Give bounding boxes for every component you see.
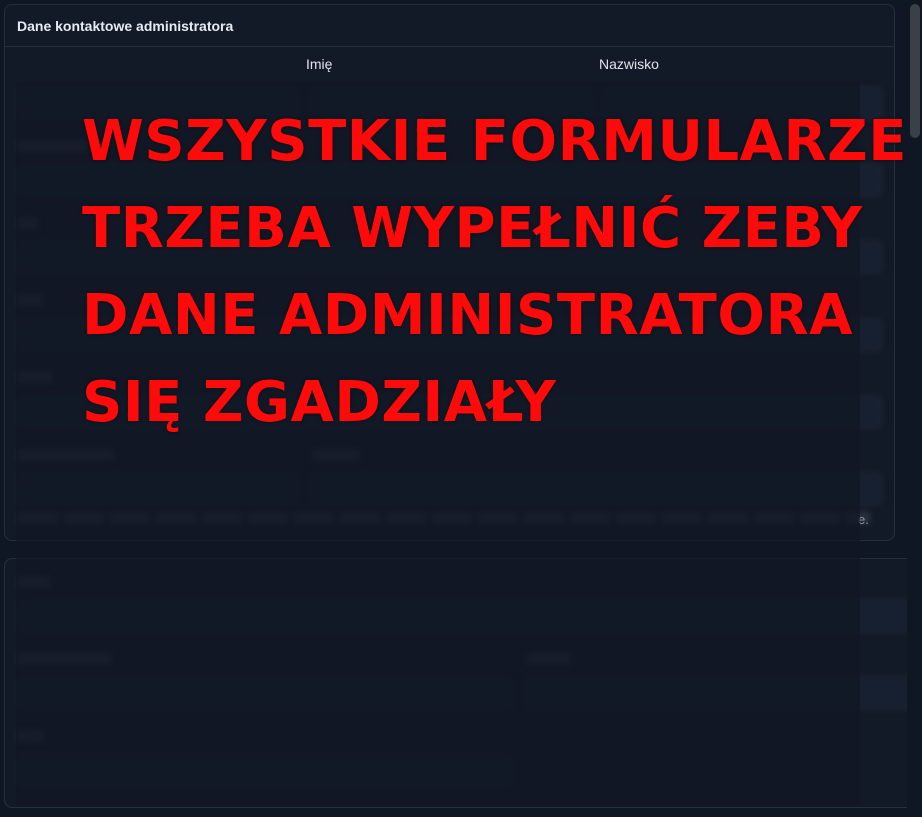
banner-line: DANE ADMINISTRATORA <box>82 283 853 348</box>
page: Dane kontaktowe administratora Imię Nazw… <box>0 0 922 817</box>
scrollbar[interactable] <box>907 0 922 817</box>
warning-banner: WSZYSTKIE FORMULARZE TRZEBA WYPEŁNIĆ ZEB… <box>82 98 907 446</box>
banner-line: SIĘ ZGADZIAŁY <box>82 370 557 435</box>
scrollbar-thumb[interactable] <box>910 4 920 138</box>
banner-line: TRZEBA WYPEŁNIĆ ZEBY <box>82 196 863 261</box>
banner-line: WSZYSTKIE FORMULARZE <box>82 109 907 174</box>
